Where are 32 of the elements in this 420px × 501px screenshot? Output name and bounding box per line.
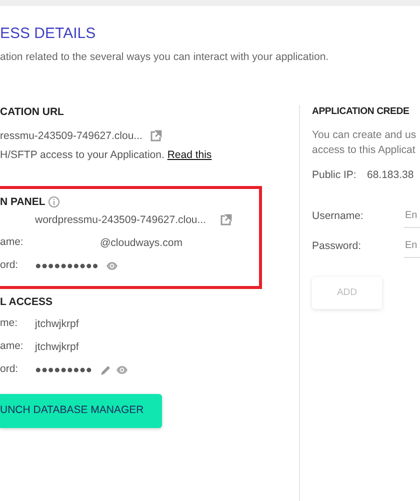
- password-dots: ●●●●●●●●●●: [35, 259, 98, 274]
- app-url: ressmu-243509-749627.clou...: [0, 129, 142, 144]
- pencil-icon[interactable]: [100, 364, 112, 376]
- field-value: jtchwjkrpf: [35, 317, 79, 332]
- ip-value: 68.183.38: [367, 168, 414, 182]
- field-value: @cloudways.com: [99, 236, 182, 250]
- ip-label: Public IP:: [312, 168, 358, 182]
- field-label: me:: [0, 316, 19, 332]
- field-label: ame:: [0, 235, 24, 250]
- field-label: ord:: [0, 258, 20, 274]
- note-text: H/SFTP access to your Application. Read this: [0, 148, 213, 162]
- admin-url: wordpressmu-243509-749627.clou...: [35, 213, 206, 228]
- section-heading: L ACCESS: [0, 294, 54, 309]
- field-label: Username:: [312, 208, 364, 223]
- eye-icon[interactable]: [116, 364, 128, 376]
- field-label: Password:: [312, 238, 362, 253]
- info-icon: [48, 196, 60, 208]
- external-link-icon[interactable]: [150, 130, 162, 142]
- eye-icon[interactable]: [106, 260, 118, 272]
- password-dots: ●●●●●●●●●: [35, 363, 92, 378]
- launch-button[interactable]: UNCH DATABASE MANAGER: [0, 394, 162, 428]
- section-heading: APPLICATION CREDE: [312, 104, 410, 119]
- section-title: ESS DETAILS: [0, 24, 97, 44]
- section-heading: CATION URL: [0, 104, 65, 119]
- field-value: jtchwjkrpf: [35, 340, 79, 354]
- field-label: ame:: [0, 339, 24, 354]
- external-link-icon[interactable]: [220, 214, 232, 226]
- read-link[interactable]: Read this: [167, 148, 212, 161]
- section-heading: N PANEL: [0, 194, 46, 209]
- description-text: You can create and us access to this Applicat: [312, 128, 418, 158]
- section-subtitle: ation related to the several ways you can interact with your application.: [0, 50, 330, 65]
- field-label: ord:: [0, 362, 20, 378]
